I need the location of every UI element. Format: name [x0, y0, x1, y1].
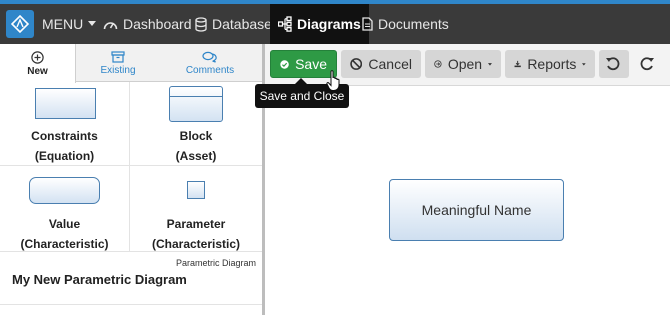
app-logo[interactable] — [6, 10, 34, 38]
save-button-label: Save — [295, 56, 327, 72]
palette-item-constraints[interactable]: Constraints (Equation) — [0, 82, 130, 166]
archive-box-icon — [111, 50, 125, 63]
palette-item-parameter[interactable]: Parameter (Characteristic) — [130, 166, 262, 252]
caret-down-icon — [88, 21, 97, 26]
caret-down-icon — [582, 62, 586, 66]
nav-database-label: Database — [212, 16, 272, 32]
tooltip-arrow — [295, 78, 307, 84]
diagram-node[interactable]: Meaningful Name — [389, 179, 564, 241]
comments-icon — [202, 51, 217, 63]
reports-dropdown-button[interactable]: Reports — [505, 50, 595, 78]
tab-new-label: New — [27, 65, 48, 77]
caret-down-icon — [488, 62, 492, 66]
tab-new[interactable]: New — [0, 44, 76, 83]
diagram-sitemap-icon — [278, 16, 292, 32]
undo-icon — [606, 57, 620, 71]
nav-diagrams-label: Diagrams — [297, 16, 361, 32]
open-button-label: Open — [447, 56, 483, 72]
tab-existing-label: Existing — [100, 64, 136, 76]
value-shape-icon — [29, 177, 100, 204]
constraints-kind: (Equation) — [34, 149, 95, 163]
value-label: Value — [48, 217, 81, 231]
nav-diagrams[interactable]: Diagrams — [270, 4, 369, 44]
value-kind: (Characteristic) — [20, 237, 109, 251]
download-icon — [514, 60, 521, 68]
document-icon — [362, 17, 373, 31]
nav-dashboard-label: Dashboard — [123, 16, 192, 32]
tab-comments-label: Comments — [185, 64, 235, 76]
arrow-circle-right-icon — [434, 60, 442, 68]
constraints-shape-icon — [35, 88, 96, 119]
diagram-name[interactable]: My New Parametric Diagram — [12, 272, 187, 287]
nav-documents[interactable]: Documents — [362, 4, 449, 44]
ban-icon — [350, 58, 363, 70]
open-dropdown-button[interactable]: Open — [425, 50, 501, 78]
block-shape-icon — [169, 86, 223, 122]
parameter-kind: (Characteristic) — [151, 237, 241, 251]
palette-item-value[interactable]: Value (Characteristic) — [0, 166, 130, 252]
block-kind: (Asset) — [175, 149, 217, 163]
menu-dropdown[interactable]: MENU — [42, 4, 97, 44]
tab-existing[interactable]: Existing — [80, 44, 156, 82]
reports-button-label: Reports — [527, 56, 577, 72]
hand-pointer-cursor-icon — [326, 70, 340, 91]
divider — [0, 304, 262, 305]
redo-button[interactable] — [633, 50, 663, 78]
diamond-logo-icon — [11, 15, 29, 33]
database-icon — [195, 16, 207, 32]
plus-circle-icon — [31, 50, 44, 64]
cancel-button[interactable]: Cancel — [341, 50, 421, 78]
undo-button[interactable] — [599, 50, 629, 78]
parameter-shape-icon — [187, 181, 205, 199]
check-circle-icon — [280, 59, 289, 69]
nav-database[interactable]: Database — [195, 4, 272, 44]
constraints-label: Constraints — [31, 129, 98, 143]
diagram-info: Parametric Diagram My New Parametric Dia… — [0, 252, 262, 315]
dashboard-gauge-icon — [103, 21, 118, 29]
diagram-type-label: Parametric Diagram — [175, 258, 256, 268]
nav-dashboard[interactable]: Dashboard — [103, 4, 192, 44]
redo-icon — [640, 57, 654, 71]
block-label: Block — [179, 129, 213, 143]
cancel-button-label: Cancel — [368, 56, 412, 72]
tab-comments[interactable]: Comments — [170, 44, 250, 82]
menu-label: MENU — [42, 16, 84, 32]
nav-documents-label: Documents — [378, 16, 449, 32]
palette-item-block[interactable]: Block (Asset) — [130, 82, 262, 166]
diagram-node-label: Meaningful Name — [421, 202, 532, 218]
palette-tabs: New Existing Comments — [0, 44, 262, 83]
element-palette-panel: New Existing Comments Constraints (Equat… — [0, 44, 262, 315]
top-navigation-bar: MENU Dashboard Database Diagrams Documen… — [0, 4, 670, 44]
parameter-label: Parameter — [166, 217, 226, 231]
